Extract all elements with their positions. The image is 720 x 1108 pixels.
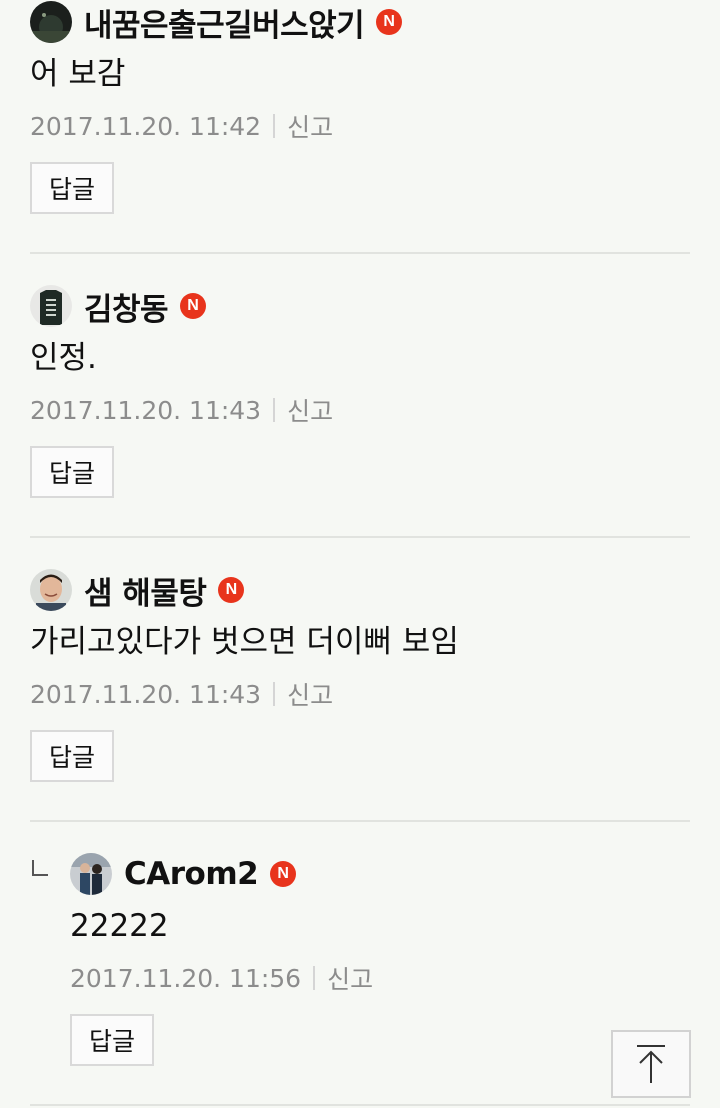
comment-item: 김창동 N 인정. 2017.11.20. 11:43 신고 답글 — [30, 284, 690, 498]
comment-meta: 2017.11.20. 11:43 신고 — [30, 392, 690, 428]
comment-text: 인정. — [30, 340, 97, 376]
comment-author-row: 샘 해물탕 N — [30, 568, 690, 612]
comment-item: 내꿈은출근길버스앉기 N 어 보감 2017.11.20. 11:42 신고 답… — [30, 0, 690, 214]
comment-meta: 2017.11.20. 11:43 신고 — [30, 676, 690, 712]
comment-author-row: CArom2 N — [30, 852, 690, 896]
comment-date: 2017.11.20. 11:43 — [30, 679, 262, 709]
comment-author-row: 내꿈은출근길버스앉기 N — [30, 0, 690, 44]
comment-date: 2017.11.20. 11:42 — [30, 111, 262, 141]
comment-divider — [30, 1104, 690, 1106]
reply-arrow-icon — [30, 852, 70, 896]
author-name[interactable]: CArom2 — [124, 856, 259, 892]
reply-comment-item: CArom2 N 22222 2017.11.20. 11:56 신고 답글 — [30, 852, 690, 1066]
comment-date: 2017.11.20. 11:56 — [70, 963, 302, 993]
comment-divider — [30, 252, 690, 254]
reply-body: 22222 2017.11.20. 11:56 신고 답글 — [30, 904, 690, 1066]
avatar[interactable] — [30, 1, 72, 43]
reply-button[interactable]: 답글 — [70, 1014, 154, 1066]
meta-separator — [273, 114, 276, 138]
author-name[interactable]: 내꿈은출근길버스앉기 — [84, 0, 365, 45]
avatar[interactable] — [70, 853, 112, 895]
avatar[interactable] — [30, 569, 72, 611]
reply-button[interactable]: 답글 — [30, 730, 114, 782]
author-name[interactable]: 김창동 — [84, 284, 169, 329]
report-link[interactable]: 신고 — [287, 392, 333, 428]
scroll-to-top-button[interactable] — [611, 1030, 691, 1098]
arrow-up-to-top-icon — [637, 1045, 665, 1083]
naver-n-badge-icon: N — [180, 293, 207, 319]
avatar[interactable] — [30, 285, 72, 327]
comment-date: 2017.11.20. 11:43 — [30, 395, 262, 425]
comment-text: 가리고있다가 벗으면 더이뻐 보임 — [30, 624, 459, 660]
naver-n-badge-icon: N — [270, 861, 297, 887]
comment-divider — [30, 820, 690, 822]
comment-author-row: 김창동 N — [30, 284, 690, 328]
meta-separator — [273, 398, 276, 422]
comment-divider — [30, 536, 690, 538]
meta-separator — [273, 682, 276, 706]
naver-n-badge-icon: N — [218, 577, 245, 603]
report-link[interactable]: 신고 — [327, 960, 373, 996]
comment-meta: 2017.11.20. 11:56 신고 — [70, 960, 690, 996]
report-link[interactable]: 신고 — [287, 676, 333, 712]
comment-item: 샘 해물탕 N 가리고있다가 벗으면 더이뻐 보임 2017.11.20. 11… — [30, 568, 690, 782]
comment-text: 22222 — [70, 908, 169, 944]
reply-button[interactable]: 답글 — [30, 446, 114, 498]
meta-separator — [313, 966, 316, 990]
reply-button[interactable]: 답글 — [30, 162, 114, 214]
naver-n-badge-icon: N — [376, 9, 403, 35]
author-name[interactable]: 샘 해물탕 — [84, 568, 207, 613]
report-link[interactable]: 신고 — [287, 108, 333, 144]
comment-text: 어 보감 — [30, 56, 126, 92]
comment-meta: 2017.11.20. 11:42 신고 — [30, 108, 690, 144]
